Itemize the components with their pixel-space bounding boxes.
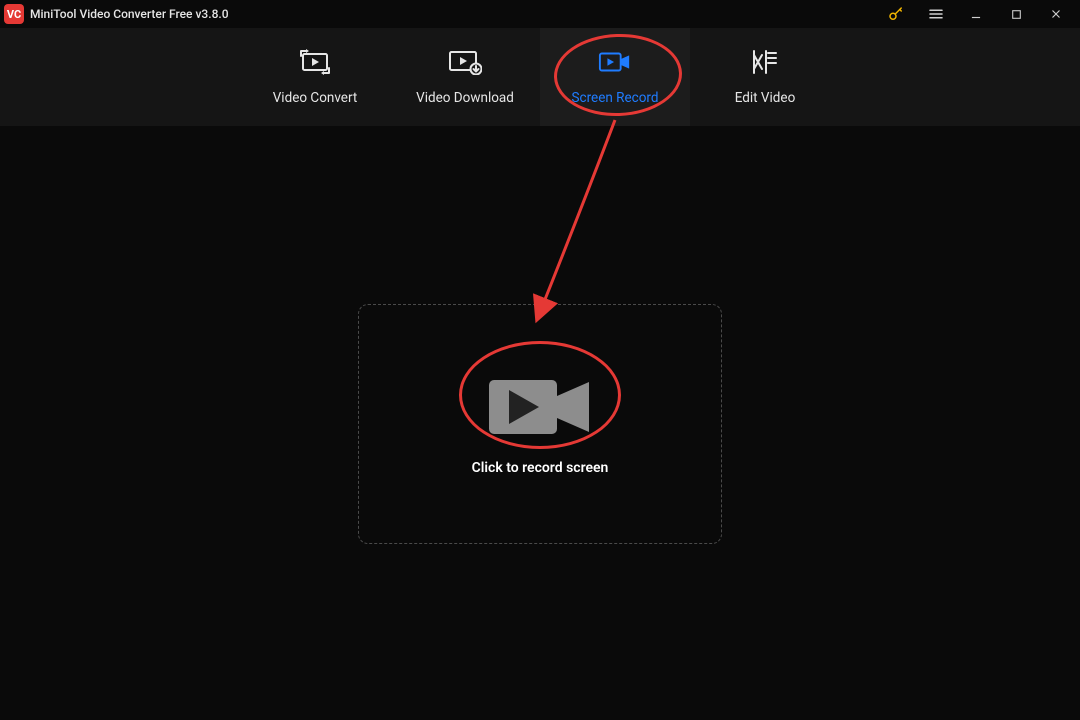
tab-video-download[interactable]: Video Download xyxy=(390,28,540,126)
edit-icon xyxy=(748,48,782,76)
record-button-label: Click to record screen xyxy=(472,460,609,476)
tab-screen-record[interactable]: Screen Record xyxy=(540,28,690,126)
close-button[interactable] xyxy=(1036,0,1076,28)
tab-label: Screen Record xyxy=(572,90,659,106)
minimize-button[interactable] xyxy=(956,0,996,28)
header-tabs: Video Convert Video Download Screen Reco… xyxy=(0,28,1080,126)
record-screen-button[interactable]: Click to record screen xyxy=(358,304,722,544)
app-logo-text: VC xyxy=(7,8,21,21)
menu-icon[interactable] xyxy=(916,0,956,28)
maximize-button[interactable] xyxy=(996,0,1036,28)
main-area: Click to record screen xyxy=(0,126,1080,720)
tab-video-convert[interactable]: Video Convert xyxy=(240,28,390,126)
record-icon xyxy=(598,48,632,76)
app-title: MiniTool Video Converter Free v3.8.0 xyxy=(30,7,229,21)
app-logo: VC xyxy=(4,4,24,24)
tab-edit-video[interactable]: Edit Video xyxy=(690,28,840,126)
download-icon xyxy=(448,48,482,76)
convert-icon xyxy=(298,48,332,76)
tab-label: Edit Video xyxy=(735,90,796,106)
tab-label: Video Download xyxy=(416,90,514,106)
titlebar: VC MiniTool Video Converter Free v3.8.0 xyxy=(0,0,1080,28)
key-icon[interactable] xyxy=(876,0,916,28)
camcorder-icon xyxy=(485,372,595,442)
tab-label: Video Convert xyxy=(273,90,358,106)
